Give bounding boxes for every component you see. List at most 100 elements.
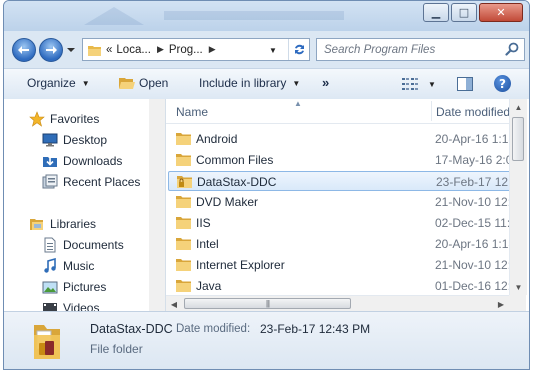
file-row[interactable]: Java 01-Dec-16 12:4 xyxy=(168,276,509,295)
nav-item-label: Favorites xyxy=(50,112,100,126)
folder-icon xyxy=(176,133,191,145)
search-icon[interactable] xyxy=(505,42,519,56)
file-name: Android xyxy=(196,132,238,146)
file-row[interactable]: Internet Explorer 21-Nov-10 12:5 xyxy=(168,255,509,275)
file-date-modified: 02-Dec-15 11:4 xyxy=(435,216,509,230)
scroll-down-icon[interactable]: ▼ xyxy=(510,279,527,295)
file-name: DVD Maker xyxy=(196,195,259,209)
scrollbar-thumb[interactable] xyxy=(512,117,524,161)
forward-button[interactable] xyxy=(39,38,63,62)
refresh-button[interactable] xyxy=(288,39,310,60)
horizontal-scrollbar[interactable]: ◀ ||| ▶ xyxy=(166,295,509,312)
scroll-up-icon[interactable]: ▲ xyxy=(510,99,527,115)
nav-item-recent-places[interactable]: Recent Places xyxy=(42,172,140,192)
nav-item-downloads[interactable]: Downloads xyxy=(42,151,122,171)
libraries-icon xyxy=(30,219,43,230)
open-button[interactable]: Open xyxy=(119,76,168,90)
file-list: ▲ Name Date modified Android 20-Apr-16 1:… xyxy=(166,99,509,295)
recent-places-icon xyxy=(42,174,58,189)
nav-item-label: Pictures xyxy=(63,280,107,294)
large-folder-icon xyxy=(34,325,60,359)
navigation-pane-scrollbar[interactable] xyxy=(149,99,166,311)
search-box[interactable] xyxy=(316,38,525,61)
videos-icon xyxy=(43,303,57,311)
nav-item-documents[interactable]: Documents xyxy=(42,235,124,255)
scroll-right-icon[interactable]: ▶ xyxy=(493,296,509,312)
help-button[interactable]: ? xyxy=(494,75,511,92)
file-row[interactable]: DVD Maker 21-Nov-10 12:5 xyxy=(168,192,509,212)
file-name: Internet Explorer xyxy=(196,258,285,272)
column-header-date-modified[interactable]: Date modified xyxy=(436,105,509,119)
content-area: Favorites Desktop Downloads Recent Place… xyxy=(4,99,529,312)
nav-item-favorites[interactable]: Favorites xyxy=(29,109,99,129)
file-date-modified: 20-Apr-16 1:18 xyxy=(435,237,509,251)
chevron-down-icon: ▼ xyxy=(428,79,436,89)
file-date-modified: 20-Apr-16 1:13 xyxy=(435,132,509,146)
music-icon xyxy=(44,258,56,273)
nav-item-videos[interactable]: Videos xyxy=(42,298,99,311)
file-row[interactable]: IIS 02-Dec-15 11:4 xyxy=(168,213,509,233)
folder-icon xyxy=(176,154,191,166)
details-file-type: File folder xyxy=(90,342,143,356)
breadcrumb-separator-icon[interactable]: ▶ xyxy=(209,44,216,55)
maximize-button[interactable]: □ xyxy=(451,3,477,22)
preview-pane-icon[interactable] xyxy=(457,77,473,91)
recent-locations-dropdown[interactable] xyxy=(66,45,76,55)
file-date-modified: 17-May-16 2:0 xyxy=(435,153,509,167)
nav-item-desktop[interactable]: Desktop xyxy=(42,130,107,150)
nav-item-label: Recent Places xyxy=(63,175,141,189)
file-date-modified: 21-Nov-10 12:5 xyxy=(435,195,509,209)
navigation-pane[interactable]: Favorites Desktop Downloads Recent Place… xyxy=(4,99,150,311)
change-view-button[interactable]: ▼ xyxy=(402,77,436,91)
desktop-icon xyxy=(42,133,58,147)
nav-item-music[interactable]: Music xyxy=(42,256,94,276)
folder-icon xyxy=(176,196,191,208)
column-divider[interactable] xyxy=(431,101,432,121)
file-name: Common Files xyxy=(196,153,274,167)
breadcrumb-program-files[interactable]: Prog... xyxy=(169,44,203,56)
back-button[interactable] xyxy=(12,38,36,62)
explorer-window: ▁ □ ✕ « Loca... ▶ Prog... ▶ ▼ Search Pro… xyxy=(3,0,530,370)
file-name: IIS xyxy=(196,216,211,230)
breadcrumb-separator-icon[interactable]: ▶ xyxy=(157,44,164,55)
ghost-watermark xyxy=(84,7,344,25)
file-date-modified: 01-Dec-16 12:4 xyxy=(435,279,509,293)
file-name: DataStax-DDC xyxy=(197,175,277,189)
file-date-modified: 23-Feb-17 12:4 xyxy=(436,175,509,189)
file-row[interactable]: Intel 20-Apr-16 1:18 xyxy=(168,234,509,254)
close-button[interactable]: ✕ xyxy=(479,3,523,22)
folder-icon xyxy=(176,259,191,271)
folder-icon xyxy=(176,217,191,229)
include-in-library-button[interactable]: Include in library ▼ xyxy=(199,76,300,90)
minimize-button[interactable]: ▁ xyxy=(423,3,449,22)
details-date-label: Date modified: xyxy=(176,323,251,335)
scroll-left-icon[interactable]: ◀ xyxy=(166,296,182,312)
search-input[interactable] xyxy=(324,42,499,57)
scrollbar-thumb[interactable]: ||| xyxy=(184,298,351,309)
nav-item-libraries[interactable]: Libraries xyxy=(29,214,96,234)
title-bar[interactable]: ▁ □ ✕ xyxy=(4,1,529,31)
command-bar: Organize ▼ Open Include in library ▼ » ▼… xyxy=(4,68,529,100)
nav-item-label: Videos xyxy=(63,301,100,311)
nav-item-pictures[interactable]: Pictures xyxy=(42,277,106,297)
nav-item-label: Music xyxy=(63,259,95,273)
file-row[interactable]: DataStax-DDC 23-Feb-17 12:4 xyxy=(168,171,509,191)
column-header-name[interactable]: Name xyxy=(176,105,208,119)
file-row[interactable]: Common Files 17-May-16 2:0 xyxy=(168,150,509,170)
open-folder-icon xyxy=(119,78,135,89)
documents-icon xyxy=(44,237,56,253)
pictures-icon xyxy=(42,281,58,294)
folder-icon xyxy=(176,238,191,250)
file-date-modified: 21-Nov-10 12:5 xyxy=(435,258,509,272)
more-commands-button[interactable]: » xyxy=(322,75,329,90)
nav-item-label: Documents xyxy=(63,238,124,252)
vertical-scrollbar[interactable]: ▲ ▼ xyxy=(509,99,527,295)
chevron-down-icon: ▼ xyxy=(292,78,301,88)
organize-button[interactable]: Organize ▼ xyxy=(27,76,90,90)
address-bar[interactable]: « Loca... ▶ Prog... ▶ ▼ xyxy=(82,38,310,61)
file-row[interactable]: Android 20-Apr-16 1:13 xyxy=(168,129,509,149)
breadcrumb-local-disk[interactable]: Loca... xyxy=(116,44,151,56)
breadcrumb-overflow[interactable]: « xyxy=(106,44,112,56)
include-in-library-label: Include in library xyxy=(199,76,287,90)
address-dropdown-icon[interactable]: ▼ xyxy=(269,46,277,55)
